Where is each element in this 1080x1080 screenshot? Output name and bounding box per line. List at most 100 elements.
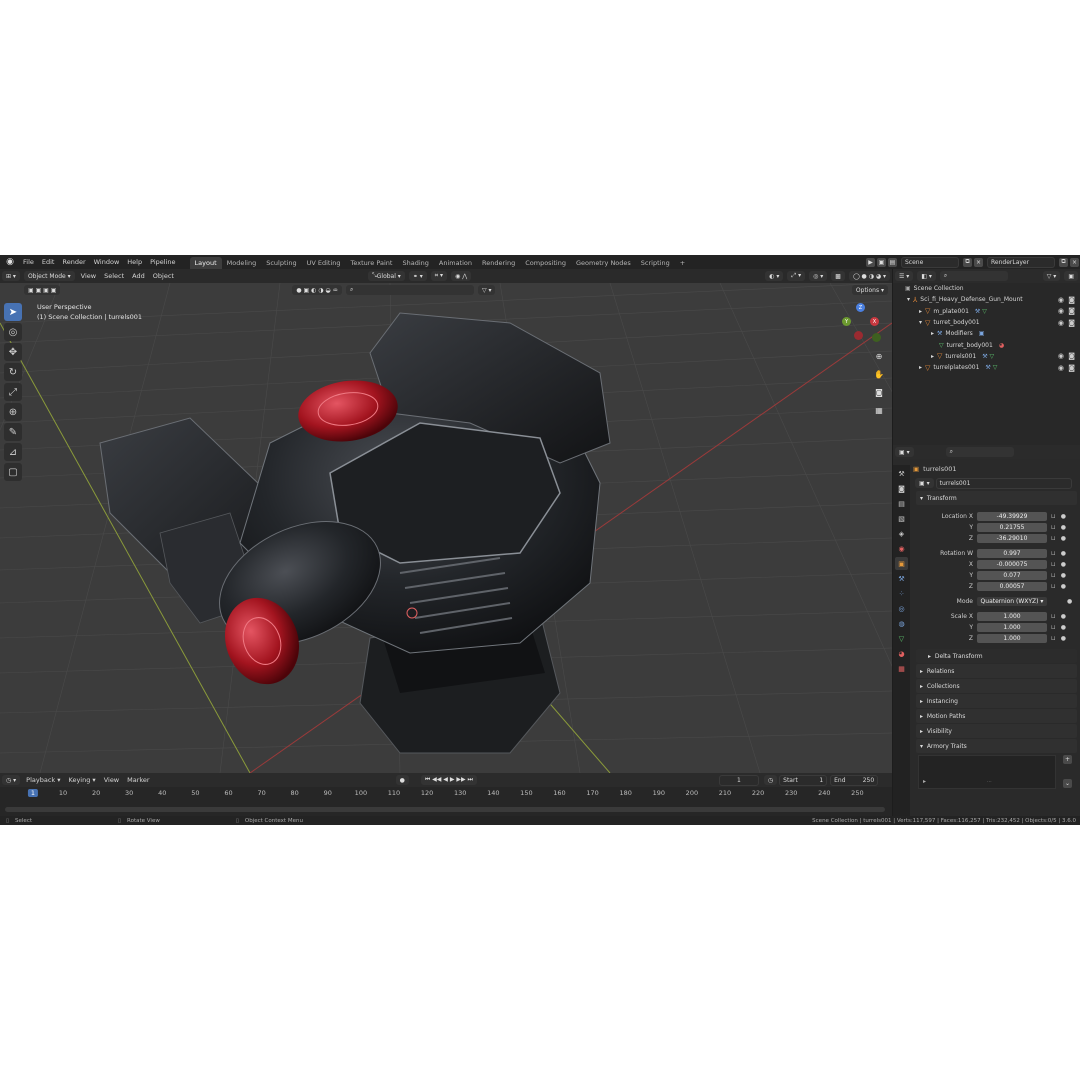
outliner-item[interactable]: ▸ ▽ turrels001 ⚒ ▽ ◉ ◙ <box>893 351 1080 362</box>
keyframe-dot-icon[interactable]: ● <box>1061 550 1066 557</box>
material-tab-icon[interactable]: ◕ <box>895 647 908 660</box>
playback-controls[interactable]: ⏮ ◀◀ ◀ ▶ ▶▶ ⏭ <box>420 775 477 785</box>
keyframe-dot-icon[interactable]: ● <box>1061 513 1066 520</box>
transform-panel-header[interactable]: ▾ Transform <box>916 491 1077 505</box>
camera-icon[interactable]: ◙ <box>1068 307 1075 315</box>
lock-icon[interactable]: ⊔ <box>1051 635 1056 642</box>
menu-object[interactable]: Object <box>149 269 178 283</box>
annotate-tool-icon[interactable]: ✎ <box>4 423 22 441</box>
cursor-tool-icon[interactable]: ◎ <box>4 323 22 341</box>
tab-sculpting[interactable]: Sculpting <box>261 257 301 269</box>
eye-icon[interactable]: ◉ <box>1058 352 1064 360</box>
render-tab-icon[interactable]: ◙ <box>895 482 908 495</box>
tab-rendering[interactable]: Rendering <box>477 257 520 269</box>
viewport-search-input[interactable]: ⌕ <box>345 285 474 295</box>
keyframe-dot-icon[interactable]: ● <box>1061 583 1066 590</box>
camera-icon[interactable]: ◙ <box>1068 352 1075 360</box>
camera-icon[interactable]: ◙ <box>872 385 886 399</box>
copy-layer-icon[interactable]: ⧉ <box>1059 257 1068 267</box>
end-frame-field[interactable]: End 250 <box>830 774 879 786</box>
menu-window[interactable]: Window <box>90 255 124 269</box>
particles-tab-icon[interactable]: ⁘ <box>895 587 908 600</box>
options-dropdown[interactable]: Options ▾ <box>851 285 888 295</box>
close-icon[interactable]: × <box>974 257 983 267</box>
select-tool-icon[interactable]: ➤ <box>4 303 22 321</box>
constraints-tab-icon[interactable]: ◍ <box>895 617 908 630</box>
gizmo-z-icon[interactable]: Z <box>856 303 865 312</box>
outliner-item[interactable]: ▸ ▽ m_plate001 ⚒ ▽ ◉ ◙ <box>893 306 1080 317</box>
select-mode-buttons[interactable]: ▣ ▣ ▣ ▣ <box>24 285 61 295</box>
close-layer-icon[interactable]: × <box>1070 257 1079 267</box>
properties-editor-type-icon[interactable]: ▣ ▾ <box>895 447 914 457</box>
mode-dropdown[interactable]: Object Mode ▾ <box>23 271 75 281</box>
scale-x-field[interactable]: 1.000 <box>977 612 1047 621</box>
scale-y-field[interactable]: 1.000 <box>977 623 1047 632</box>
output-tab-icon[interactable]: ▤ <box>895 497 908 510</box>
lock-icon[interactable]: ⊔ <box>1051 613 1056 620</box>
lock-icon[interactable]: ⊔ <box>1051 550 1056 557</box>
visibility-dropdown[interactable]: ◐ ▾ <box>765 271 784 281</box>
snap-toggle[interactable]: ⌗ ▾ <box>430 271 448 281</box>
menu-help[interactable]: Help <box>123 255 146 269</box>
keyframe-dot-icon[interactable]: ● <box>1061 524 1066 531</box>
scene-selector[interactable]: Scene <box>901 256 959 268</box>
eye-icon[interactable]: ◉ <box>1058 319 1064 327</box>
render-icon[interactable]: ▣ <box>877 257 886 267</box>
outliner-filter-icon[interactable]: ▽ ▾ <box>1042 271 1061 281</box>
record-button[interactable]: ● <box>395 775 409 785</box>
menu-edit[interactable]: Edit <box>38 255 59 269</box>
keyframe-dot-icon[interactable]: ● <box>1061 635 1066 642</box>
add-cube-tool-icon[interactable]: ▢ <box>4 463 22 481</box>
world-tab-icon[interactable]: ◉ <box>895 542 908 555</box>
editor-type-icon[interactable]: ⊞ ▾ <box>2 271 20 281</box>
eye-icon[interactable]: ◉ <box>1058 296 1064 304</box>
overlay-toggle[interactable]: ◎ ▾ <box>809 271 828 281</box>
keyframe-dot-icon[interactable]: ● <box>1061 535 1066 542</box>
display-mode-icon[interactable]: ◧ ▾ <box>917 271 936 281</box>
resize-handle-icon[interactable]: ⋯ <box>987 779 992 785</box>
pivot-dropdown[interactable]: ⚭ ▾ <box>408 271 427 281</box>
add-trait-button[interactable]: + <box>1063 755 1072 764</box>
eye-icon[interactable]: ◉ <box>1058 364 1064 372</box>
texture-tab-icon[interactable]: ▦ <box>895 662 908 675</box>
gizmo-x-icon[interactable]: X <box>870 317 879 326</box>
expand-icon[interactable]: ▸ <box>923 778 926 785</box>
lock-icon[interactable]: ⊔ <box>1051 513 1056 520</box>
rotation-x-field[interactable]: -0.000075 <box>977 560 1047 569</box>
blender-logo-icon[interactable]: ◉ <box>5 257 15 267</box>
menu-select[interactable]: Select <box>100 269 128 283</box>
tab-shading[interactable]: Shading <box>397 257 433 269</box>
scale-tool-icon[interactable]: ⤢ <box>4 383 22 401</box>
lock-icon[interactable]: ⊔ <box>1051 535 1056 542</box>
folder-icon[interactable]: ▤ <box>888 257 897 267</box>
transform-tool-icon[interactable]: ⊕ <box>4 403 22 421</box>
location-y-field[interactable]: 0.21755 <box>977 523 1047 532</box>
menu-keying[interactable]: Keying ▾ <box>65 773 100 787</box>
current-frame-field[interactable]: 1 <box>718 774 759 786</box>
instancing-header[interactable]: ▸ Instancing <box>916 694 1077 708</box>
menu-render[interactable]: Render <box>58 255 89 269</box>
physics-tab-icon[interactable]: ◎ <box>895 602 908 615</box>
traits-list-box[interactable]: ▸ ⋯ <box>918 755 1056 789</box>
delta-transform-header[interactable]: ▸ Delta Transform <box>916 649 1077 663</box>
keyframe-dot-icon[interactable]: ● <box>1061 624 1066 631</box>
menu-add[interactable]: Add <box>128 269 149 283</box>
grid-view-icon[interactable]: ▦ <box>872 403 886 417</box>
gizmo-y-icon[interactable]: Y <box>842 317 851 326</box>
3d-viewport[interactable]: User Perspective (1) Scene Collection | … <box>0 283 892 773</box>
armory-traits-header[interactable]: ▾ Armory Traits <box>916 739 1077 753</box>
tab-layout[interactable]: Layout <box>189 257 222 269</box>
relations-header[interactable]: ▸ Relations <box>916 664 1077 678</box>
shading-modes[interactable]: ◯ ● ◑ ◕ ▾ <box>848 271 890 281</box>
outliner-editor-type-icon[interactable]: ☰ ▾ <box>895 271 914 281</box>
outliner-item[interactable]: ▽ turret_body001 ◕ <box>893 339 1080 350</box>
scene-tab-icon[interactable]: ◈ <box>895 527 908 540</box>
pan-hand-icon[interactable]: ✋ <box>872 367 886 381</box>
object-type-icon[interactable]: ▣ ▾ <box>915 478 934 488</box>
outliner-search-input[interactable]: ⌕ <box>939 271 1008 281</box>
menu-view[interactable]: View <box>77 269 100 283</box>
location-x-field[interactable]: -49.39929 <box>977 512 1047 521</box>
keyframe-dot-icon[interactable]: ● <box>1067 598 1072 605</box>
collections-header[interactable]: ▸ Collections <box>916 679 1077 693</box>
xray-toggle[interactable]: ▩ <box>831 271 845 281</box>
